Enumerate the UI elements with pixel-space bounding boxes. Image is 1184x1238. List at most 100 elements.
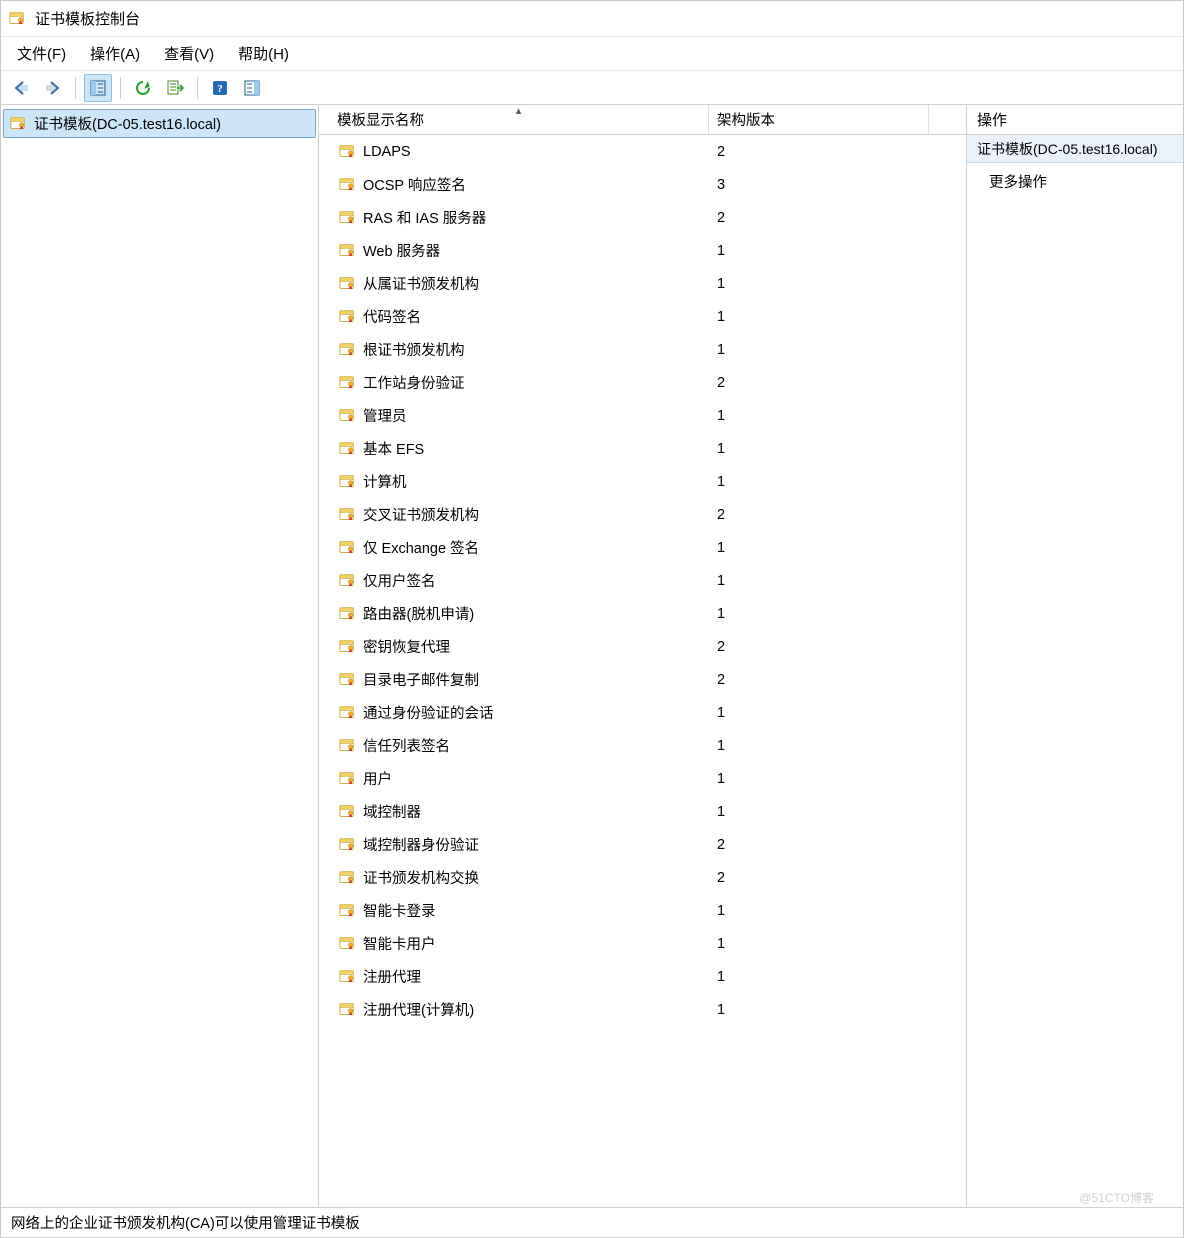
list-pane: 模板显示名称 ▴ 架构版本 LDAPS2 OCSP 响应签名 3 RAS 和 IAS …: [319, 105, 967, 1207]
template-row[interactable]: 证书颁发机构交换2: [319, 861, 966, 894]
template-name-cell: 智能卡用户: [329, 933, 709, 954]
template-version-cell: 1: [709, 276, 929, 292]
toolbar-separator: [120, 77, 121, 99]
nav-back-button[interactable]: [7, 74, 35, 102]
actions-pane-title: 操作: [967, 105, 1183, 135]
tree-pane[interactable]: 证书模板(DC-05.test16.local): [1, 105, 319, 1207]
template-row[interactable]: 目录电子邮件复制2: [319, 663, 966, 696]
menu-file[interactable]: 文件(F): [17, 43, 66, 64]
menu-help[interactable]: 帮助(H): [238, 43, 289, 64]
cert-template-icon: [339, 474, 357, 490]
tree-root-item[interactable]: 证书模板(DC-05.test16.local): [3, 109, 316, 138]
template-row[interactable]: RAS 和 IAS 服务器2: [319, 201, 966, 234]
template-name-label: 代码签名: [363, 306, 421, 327]
template-name-label: 基本 EFS: [363, 438, 424, 459]
template-name-label: 注册代理: [363, 966, 421, 987]
cert-template-icon: [10, 116, 28, 132]
template-name-label: 信任列表签名: [363, 735, 450, 756]
cert-template-icon: [339, 804, 357, 820]
template-name-label: 注册代理(计算机): [363, 999, 474, 1020]
template-row[interactable]: 从属证书颁发机构 1: [319, 267, 966, 300]
cert-template-icon: [339, 210, 357, 226]
app-icon: [9, 11, 27, 27]
template-name-cell: 密钥恢复代理: [329, 636, 709, 657]
help-button[interactable]: ?: [206, 74, 234, 102]
cert-template-icon: [339, 705, 357, 721]
menu-bar: 文件(F) 操作(A) 查看(V) 帮助(H): [1, 37, 1183, 71]
template-version-cell: 1: [709, 705, 929, 721]
menu-view[interactable]: 查看(V): [164, 43, 214, 64]
template-version-cell: 2: [709, 375, 929, 391]
cert-template-icon: [339, 375, 357, 391]
template-name-label: Web 服务器: [363, 240, 440, 261]
template-name-label: 从属证书颁发机构: [363, 273, 479, 294]
template-name-label: 通过身份验证的会话: [363, 702, 494, 723]
actions-more[interactable]: 更多操作: [967, 163, 1183, 200]
actions-group-header[interactable]: 证书模板(DC-05.test16.local): [967, 135, 1183, 163]
template-version-cell: 2: [709, 507, 929, 523]
template-row[interactable]: 工作站身份验证2: [319, 366, 966, 399]
template-name-label: 计算机: [363, 471, 407, 492]
show-hide-tree-button[interactable]: [84, 74, 112, 102]
template-version-cell: 1: [709, 804, 929, 820]
mmc-window: 证书模板控制台 文件(F) 操作(A) 查看(V) 帮助(H) ?: [0, 0, 1184, 1238]
template-row[interactable]: 仅用户签名1: [319, 564, 966, 597]
template-version-cell: 2: [709, 210, 929, 226]
cert-template-icon: [339, 540, 357, 556]
menu-action[interactable]: 操作(A): [90, 43, 140, 64]
template-name-cell: 管理员: [329, 405, 709, 426]
template-row[interactable]: 域控制器身份验证2: [319, 828, 966, 861]
template-row[interactable]: 注册代理1: [319, 960, 966, 993]
template-name-cell: 交叉证书颁发机构: [329, 504, 709, 525]
template-row[interactable]: OCSP 响应签名 3: [319, 168, 966, 201]
template-name-cell: 证书颁发机构交换: [329, 867, 709, 888]
template-row[interactable]: 信任列表签名1: [319, 729, 966, 762]
template-row[interactable]: 仅 Exchange 签名1: [319, 531, 966, 564]
template-name-label: 交叉证书颁发机构: [363, 504, 479, 525]
template-row[interactable]: 交叉证书颁发机构 2: [319, 498, 966, 531]
template-name-label: 域控制器身份验证: [363, 834, 479, 855]
template-version-cell: 1: [709, 441, 929, 457]
template-row[interactable]: 基本 EFS 1: [319, 432, 966, 465]
template-row[interactable]: 智能卡用户1: [319, 927, 966, 960]
toolbar: ?: [1, 71, 1183, 105]
cert-template-icon: [339, 969, 357, 985]
template-row[interactable]: 管理员1: [319, 399, 966, 432]
template-name-label: 仅用户签名: [363, 570, 436, 591]
refresh-button[interactable]: [129, 74, 157, 102]
show-hide-action-pane-button[interactable]: [238, 74, 266, 102]
template-name-cell: 注册代理: [329, 966, 709, 987]
template-name-label: 管理员: [363, 405, 407, 426]
cert-template-icon: [339, 903, 357, 919]
template-version-cell: 3: [709, 177, 929, 193]
template-row[interactable]: 代码签名1: [319, 300, 966, 333]
template-version-cell: 1: [709, 243, 929, 259]
nav-forward-button[interactable]: [39, 74, 67, 102]
template-name-cell: 根证书颁发机构: [329, 339, 709, 360]
column-header-name[interactable]: 模板显示名称 ▴: [329, 105, 709, 134]
cert-template-icon: [339, 441, 357, 457]
list-body[interactable]: LDAPS2OCSP 响应签名3RAS 和 IAS 服务器2Web 服务器1从属…: [319, 135, 966, 1207]
template-version-cell: 1: [709, 342, 929, 358]
window-title: 证书模板控制台: [35, 8, 140, 29]
template-row[interactable]: 注册代理(计算机)1: [319, 993, 966, 1026]
template-row[interactable]: 用户1: [319, 762, 966, 795]
cert-template-icon: [339, 606, 357, 622]
template-name-label: 目录电子邮件复制: [363, 669, 479, 690]
template-name-label: 证书颁发机构交换: [363, 867, 479, 888]
template-row[interactable]: 智能卡登录1: [319, 894, 966, 927]
template-row[interactable]: 计算机1: [319, 465, 966, 498]
template-name-label: 仅 Exchange 签名: [363, 537, 479, 558]
template-name-label: 智能卡用户: [363, 933, 436, 954]
template-row[interactable]: 路由器(脱机申请)1: [319, 597, 966, 630]
template-row[interactable]: 通过身份验证的会话 1: [319, 696, 966, 729]
template-name-label: OCSP 响应签名: [363, 174, 466, 195]
template-row[interactable]: 根证书颁发机构1: [319, 333, 966, 366]
template-row[interactable]: 域控制器1: [319, 795, 966, 828]
template-row[interactable]: 密钥恢复代理2: [319, 630, 966, 663]
template-row[interactable]: Web 服务器 1: [319, 234, 966, 267]
cert-template-icon: [339, 672, 357, 688]
column-header-version[interactable]: 架构版本: [709, 105, 929, 134]
export-list-button[interactable]: [161, 74, 189, 102]
template-row[interactable]: LDAPS2: [319, 135, 966, 168]
